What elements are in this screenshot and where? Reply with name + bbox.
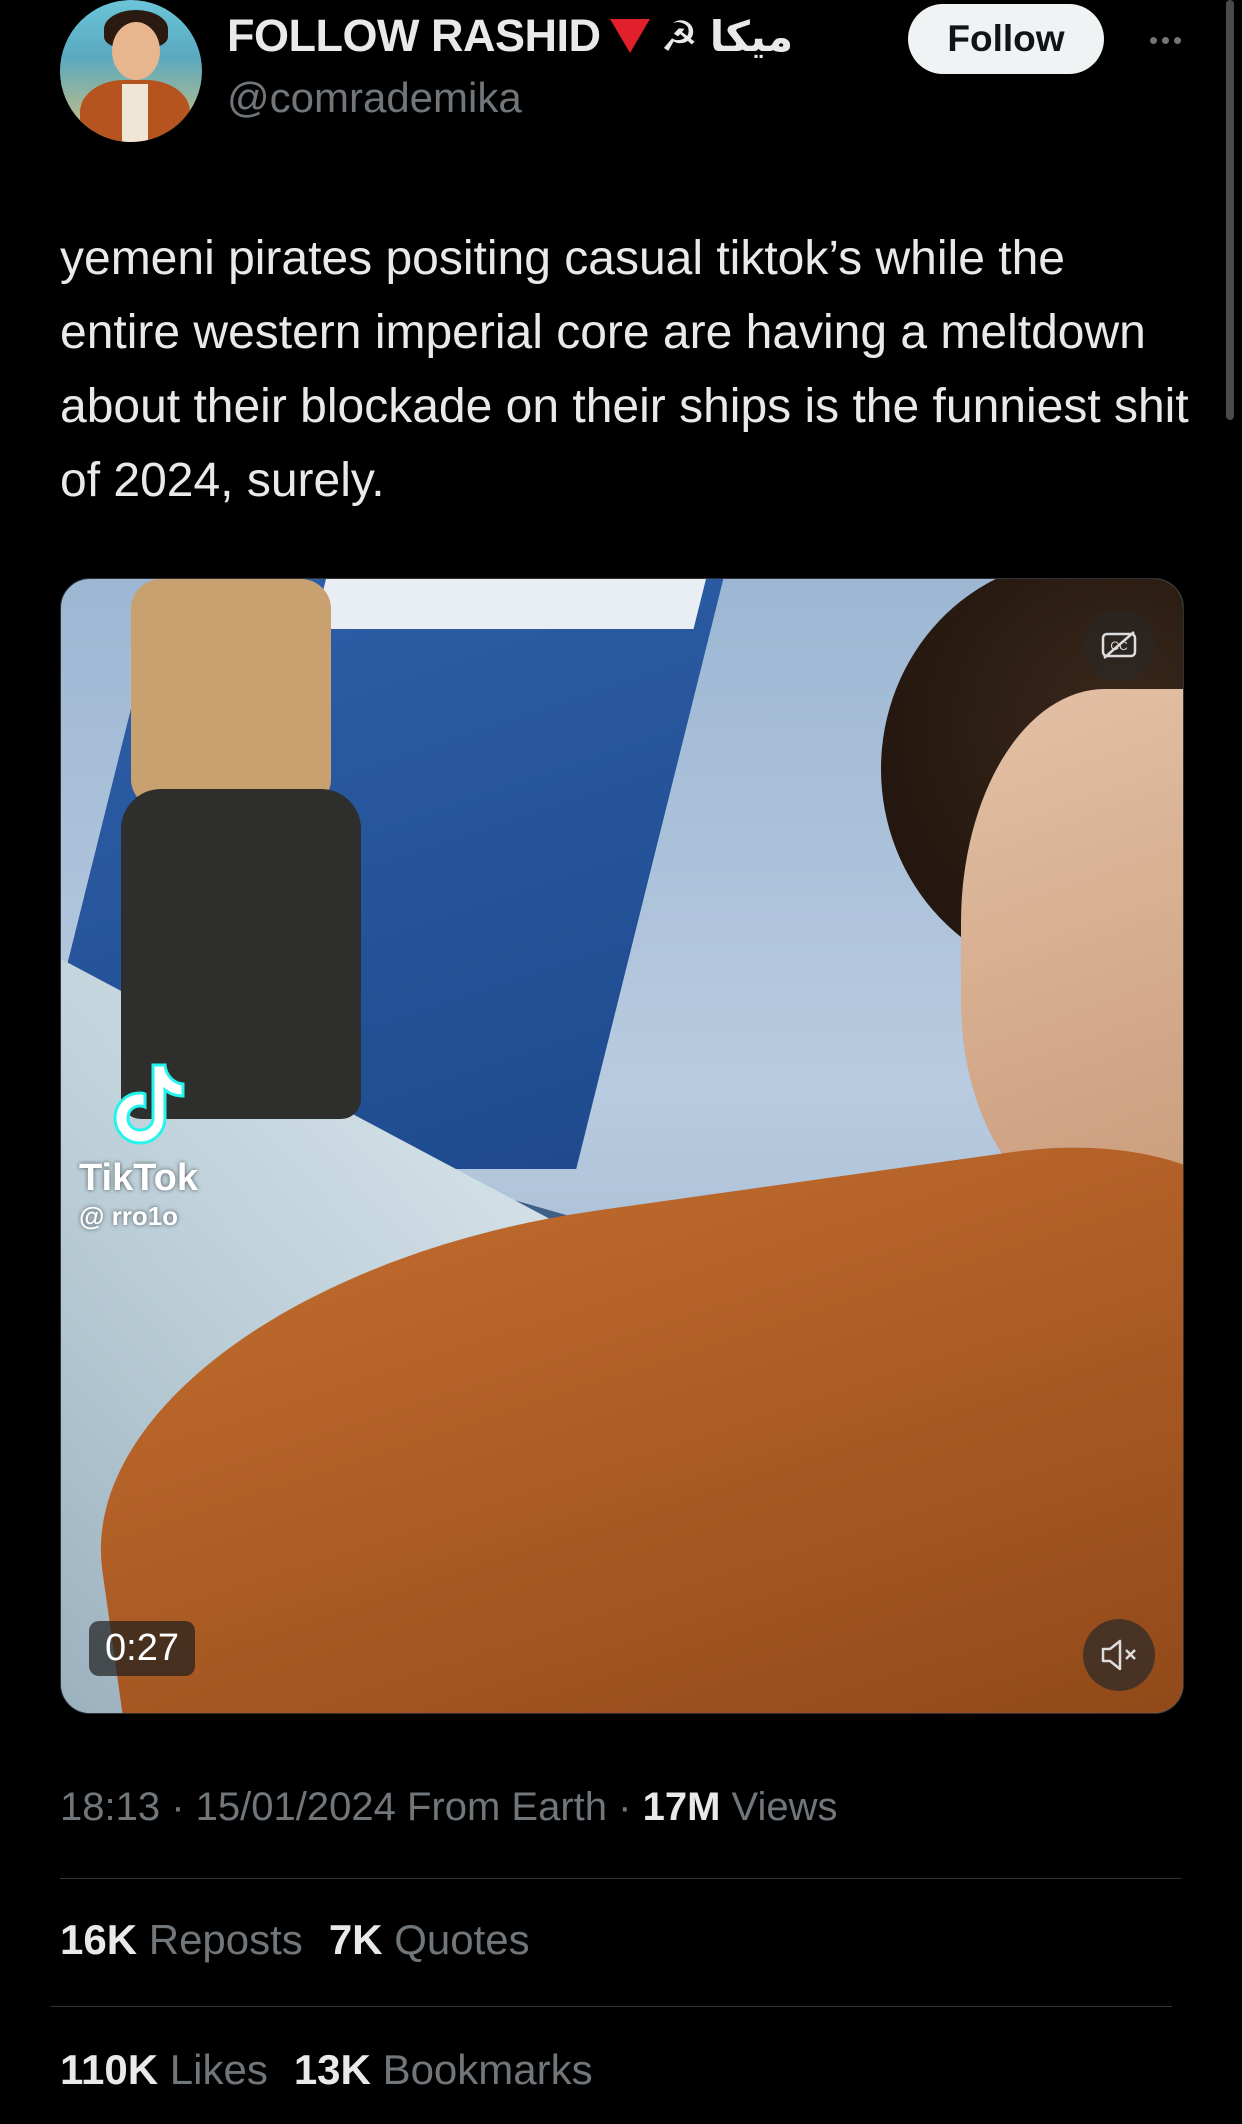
video-player[interactable]: TikTok @ rro1o CC 0:27 [60, 578, 1184, 1714]
author-display-name[interactable]: FOLLOW RASHID [227, 10, 601, 62]
tweet-source: From Earth [407, 1785, 608, 1829]
bookmarks-label: Bookmarks [382, 2046, 593, 2093]
views-label: Views [731, 1785, 838, 1829]
avatar[interactable] [60, 0, 202, 142]
red-triangle-icon [610, 19, 651, 53]
quotes-label: Quotes [394, 1916, 530, 1963]
likes-count: 110K [60, 2046, 159, 2093]
bookmarks-stat[interactable]: 13K Bookmarks [294, 2046, 593, 2094]
views-count: 17M [642, 1785, 721, 1829]
captions-button[interactable]: CC [1083, 609, 1155, 681]
author-name-suffix: ☭ میکا [660, 12, 794, 60]
quotes-count: 7K [328, 1916, 383, 1963]
tiktok-watermark-brand: TikTok [79, 1157, 198, 1199]
reposts-quotes-row: 16K Reposts 7K Quotes [60, 1916, 530, 1964]
tweet-date[interactable]: 15/01/2024 [196, 1785, 396, 1829]
video-duration: 0:27 [89, 1621, 195, 1676]
reposts-count: 16K [60, 1916, 138, 1963]
divider [50, 2006, 1172, 2007]
reposts-label: Reposts [148, 1916, 303, 1963]
tweet-header: FOLLOW RASHID ☭ میکا @comrademika Follow [60, 0, 1181, 150]
likes-bookmarks-row: 110K Likes 13K Bookmarks [60, 2046, 593, 2094]
tweet-time[interactable]: 18:13 [60, 1785, 160, 1829]
follow-button[interactable]: Follow [908, 4, 1104, 74]
mute-button[interactable] [1083, 1619, 1155, 1691]
tiktok-logo-icon [113, 1063, 185, 1145]
bookmarks-count: 13K [293, 2046, 371, 2093]
likes-stat[interactable]: 110K Likes [60, 2046, 268, 2094]
divider [60, 1878, 1182, 1879]
tiktok-watermark-user: @ rro1o [79, 1201, 179, 1231]
tweet-metadata: 18:13 · 15/01/2024 From Earth · 17M View… [60, 1785, 838, 1829]
reposts-stat[interactable]: 16K Reposts [60, 1916, 303, 1964]
author-handle[interactable]: @comrademika [227, 74, 522, 122]
quotes-stat[interactable]: 7K Quotes [329, 1916, 530, 1964]
scrollbar[interactable] [1226, 0, 1234, 420]
author-name-row[interactable]: FOLLOW RASHID ☭ میکا [227, 10, 793, 62]
tweet-text: yemeni pirates positing casual tiktok’s … [60, 232, 1189, 507]
more-options-icon[interactable] [1135, 20, 1195, 60]
speaker-muted-icon [1101, 1639, 1136, 1671]
likes-label: Likes [169, 2046, 268, 2093]
captions-off-icon: CC [1101, 631, 1137, 659]
